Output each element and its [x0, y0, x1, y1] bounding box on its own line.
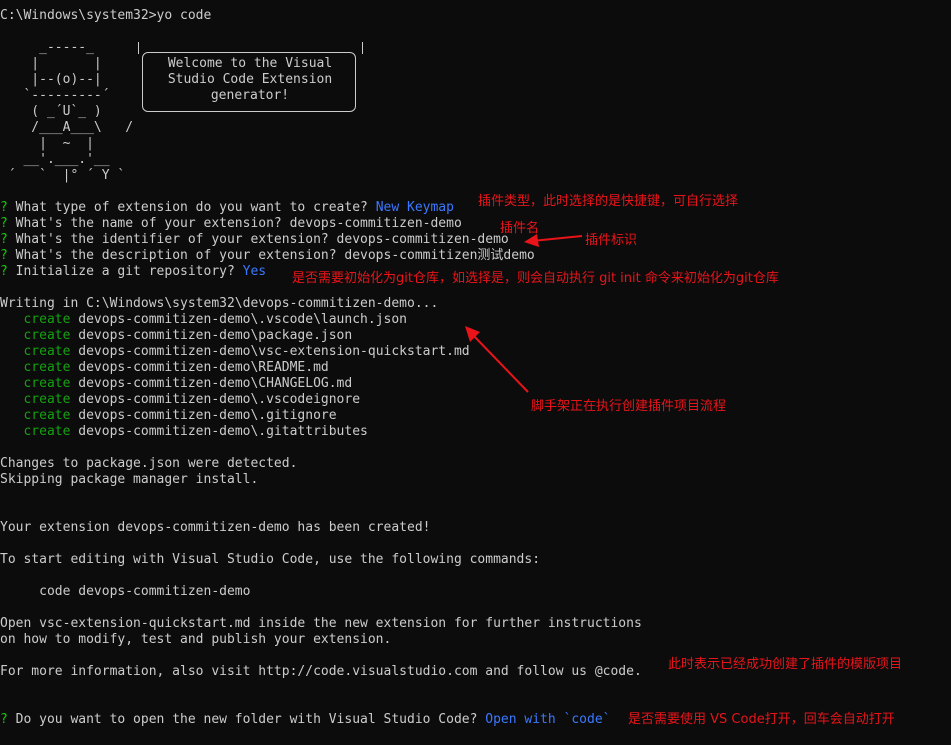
- identifier-arrow-icon: [531, 235, 583, 242]
- scaffold-arrow-icon: [471, 333, 529, 393]
- annotation-arrows: [465, 234, 583, 393]
- identifier-arrowhead-icon: [524, 234, 539, 247]
- terminal-window[interactable]: C:\Windows\system32>yo code _-----_ | | …: [0, 0, 951, 745]
